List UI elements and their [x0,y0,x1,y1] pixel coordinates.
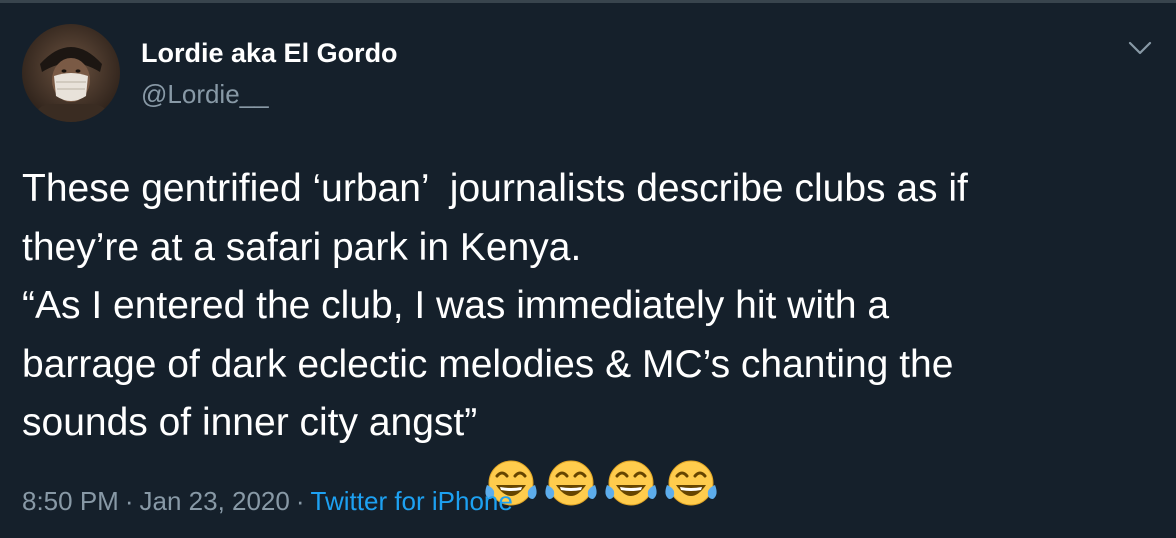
tears-of-joy-emoji-icon [603,400,659,505]
avatar-image [22,24,120,122]
tweet-text-line: sounds of inner city angst” [22,401,478,444]
tweet-text-line: These gentrified ‘urban’ journalists des… [22,167,968,210]
meta-separator: · [124,486,134,516]
tweet-text: These gentrified ‘urban’ journalists des… [22,160,1152,505]
author-handle[interactable]: @Lordie__ [141,79,269,110]
tweet-metadata: 8:50 PM · Jan 23, 2020 · Twitter for iPhone [22,486,513,517]
tweet-text-line: barrage of dark eclectic melodies & MC’s… [22,342,954,386]
tweet-time[interactable]: 8:50 PM [22,486,119,516]
tweet-date[interactable]: Jan 23, 2020 [140,486,290,516]
tweet-text-last-line: sounds of inner city angst” [22,394,1152,505]
tears-of-joy-emoji-icon [663,400,719,505]
emoji-row [483,400,723,505]
chevron-down-icon[interactable] [1124,34,1156,64]
author-avatar[interactable] [22,24,120,122]
tweet-text-line: they’re at a safari park in Kenya. [22,225,582,269]
meta-separator: · [295,486,305,516]
tweet-source-link[interactable]: Twitter for iPhone [311,486,513,516]
author-display-name[interactable]: Lordie aka El Gordo [141,38,398,69]
tweet-card: Lordie aka El Gordo @Lordie__ These gent… [0,0,1176,538]
tears-of-joy-emoji-icon [543,400,599,505]
tweet-text-line: “As I entered the club, I was immediatel… [22,284,890,327]
tears-of-joy-emoji-icon [483,400,539,505]
